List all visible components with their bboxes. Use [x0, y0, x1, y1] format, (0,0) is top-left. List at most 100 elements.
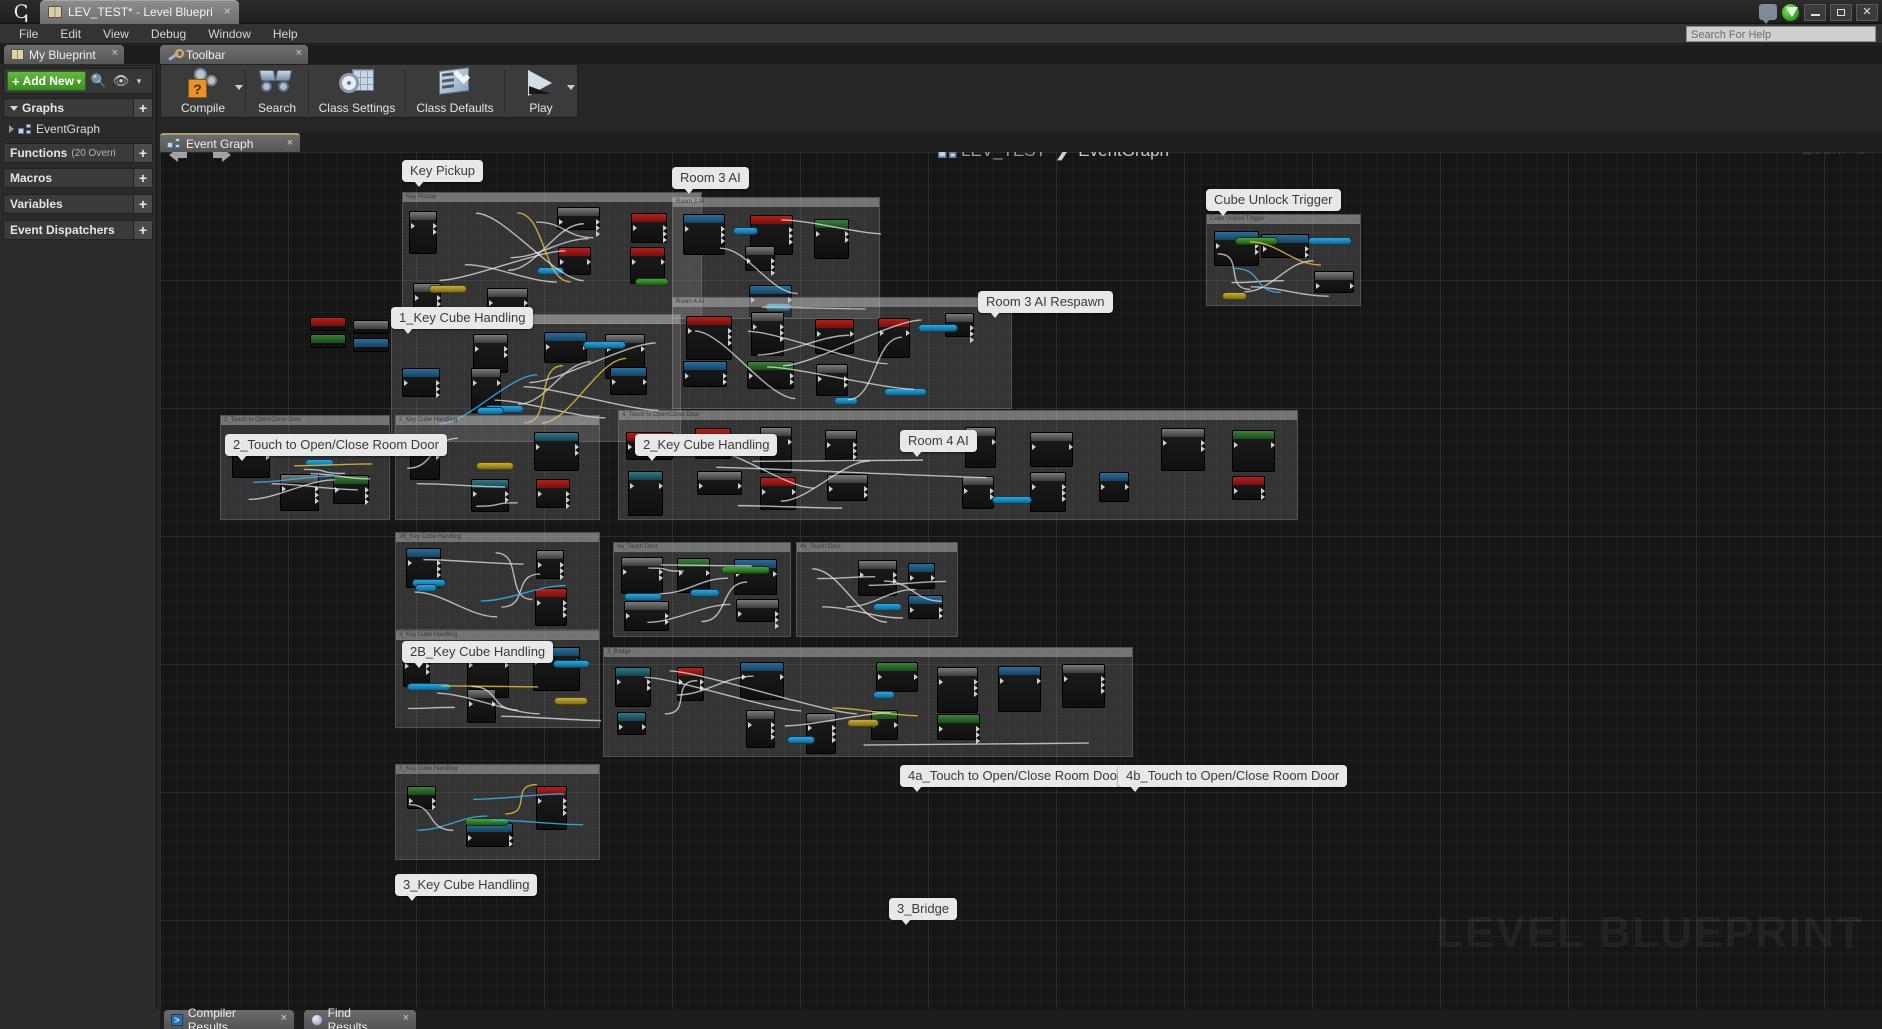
node-output-pin[interactable]: [563, 612, 567, 618]
blueprint-node[interactable]: [760, 477, 796, 510]
blueprint-node[interactable]: [876, 662, 918, 692]
node-input-pin[interactable]: [626, 613, 630, 619]
comment-group[interactable]: 3_Bridge: [603, 647, 1133, 757]
node-input-pin[interactable]: [1101, 484, 1105, 490]
blueprint-node[interactable]: [937, 667, 978, 713]
node-input-pin[interactable]: [1000, 678, 1004, 684]
node-input-pin[interactable]: [537, 600, 541, 606]
comment-group[interactable]: 4_Touch to Open/Close Door: [618, 410, 1298, 520]
blueprint-node[interactable]: [534, 432, 579, 471]
node-input-pin[interactable]: [1316, 283, 1320, 289]
node-output-pin[interactable]: [1069, 444, 1073, 450]
node-output-pin[interactable]: [914, 674, 918, 680]
compile-button[interactable]: ? Compile: [161, 65, 245, 117]
node-output-pin[interactable]: [1350, 283, 1354, 289]
node-output-pin[interactable]: [700, 685, 704, 691]
node-variable-pill[interactable]: [465, 818, 509, 826]
section-macros[interactable]: Macros +: [3, 168, 153, 188]
node-output-pin[interactable]: [365, 499, 369, 505]
node-input-pin[interactable]: [817, 331, 821, 337]
node-output-pin[interactable]: [665, 619, 669, 625]
node-output-pin[interactable]: [789, 239, 793, 245]
node-variable-pill[interactable]: [992, 496, 1032, 504]
node-variable-pill[interactable]: [873, 603, 902, 611]
node-output-pin[interactable]: [563, 810, 567, 816]
node-output-pin[interactable]: [497, 380, 501, 386]
blueprint-node[interactable]: [751, 312, 784, 356]
node-variable-pill[interactable]: [553, 660, 590, 668]
node-output-pin[interactable]: [1261, 494, 1265, 500]
sidebar-item-eventgraph[interactable]: EventGraph: [3, 120, 153, 138]
node-output-pin[interactable]: [509, 841, 513, 847]
tab-toolbar[interactable]: Toolbar ×: [160, 45, 308, 64]
node-input-pin[interactable]: [473, 491, 477, 497]
node-output-pin[interactable]: [780, 674, 784, 680]
blueprint-node[interactable]: [1099, 472, 1129, 502]
menu-item-file[interactable]: File: [8, 25, 49, 43]
tab-find-results-close-icon[interactable]: ×: [403, 1013, 409, 1024]
node-output-pin[interactable]: [845, 237, 849, 243]
blueprint-node[interactable]: [310, 317, 346, 331]
node-output-pin[interactable]: [931, 575, 935, 581]
node-output-pin[interactable]: [1101, 688, 1105, 694]
window-tab[interactable]: LEV_TEST* - Level Bluepri ×: [40, 0, 239, 24]
node-input-pin[interactable]: [546, 344, 550, 350]
menu-item-help[interactable]: Help: [262, 25, 309, 43]
node-variable-pill[interactable]: [884, 388, 927, 396]
feedback-icon[interactable]: [1759, 4, 1777, 24]
node-input-pin[interactable]: [538, 798, 542, 804]
node-variable-pill[interactable]: [476, 462, 514, 470]
node-input-pin[interactable]: [617, 679, 621, 685]
blueprint-node[interactable]: [1232, 476, 1265, 500]
blueprint-node[interactable]: [536, 550, 564, 580]
comment-group[interactable]: 4b_Touch Door: [796, 542, 958, 637]
node-output-pin[interactable]: [641, 346, 645, 352]
window-tab-close-icon[interactable]: ×: [224, 5, 231, 17]
node-output-pin[interactable]: [437, 572, 441, 578]
menu-item-view[interactable]: View: [92, 25, 140, 43]
node-output-pin[interactable]: [643, 379, 647, 385]
close-button[interactable]: ✕: [1856, 3, 1878, 21]
node-input-pin[interactable]: [829, 486, 833, 492]
node-variable-pill[interactable]: [305, 459, 334, 467]
compile-chevron-down-icon[interactable]: [235, 85, 243, 90]
comment-label[interactable]: 4b_Touch to Open/Close Room Door: [1118, 765, 1348, 792]
blueprint-node[interactable]: [697, 471, 742, 495]
node-input-pin[interactable]: [1032, 484, 1036, 490]
menu-item-debug[interactable]: Debug: [140, 25, 197, 43]
section-macros-add-button[interactable]: +: [133, 169, 152, 187]
comment-label[interactable]: 1_Key Cube Handling: [391, 307, 534, 334]
comment-group[interactable]: 2B_Key Cube Handling: [395, 532, 600, 630]
blueprint-node[interactable]: [353, 338, 389, 352]
blueprint-node[interactable]: [1030, 472, 1066, 512]
node-input-pin[interactable]: [808, 725, 812, 731]
blueprint-node[interactable]: [736, 599, 779, 629]
node-output-pin[interactable]: [893, 578, 897, 584]
eye-chevron-down-icon[interactable]: ▾: [134, 72, 144, 90]
node-output-pin[interactable]: [992, 439, 996, 445]
breadcrumb-root[interactable]: LEV_TEST: [961, 152, 1046, 161]
node-output-pin[interactable]: [939, 613, 943, 619]
eye-icon[interactable]: 👁: [112, 72, 130, 90]
comment-label[interactable]: 2_Key Cube Handling: [635, 434, 778, 461]
node-output-pin[interactable]: [433, 229, 437, 235]
section-event-dispatchers-add-button[interactable]: +: [133, 221, 152, 239]
blueprint-node[interactable]: [310, 334, 346, 348]
node-output-pin[interactable]: [426, 669, 430, 675]
node-input-pin[interactable]: [632, 259, 636, 265]
node-output-pin[interactable]: [721, 238, 725, 244]
node-variable-pill[interactable]: [787, 736, 815, 744]
node-output-pin[interactable]: [706, 570, 710, 576]
node-input-pin[interactable]: [685, 226, 689, 232]
blueprint-node[interactable]: [908, 595, 943, 619]
node-input-pin[interactable]: [816, 231, 820, 237]
blueprint-node[interactable]: [745, 246, 775, 276]
blueprint-node[interactable]: [466, 823, 513, 847]
blueprint-node[interactable]: [740, 662, 784, 700]
blueprint-node[interactable]: [814, 219, 849, 259]
node-input-pin[interactable]: [473, 380, 477, 386]
blueprint-node[interactable]: [631, 213, 667, 243]
node-input-pin[interactable]: [415, 295, 419, 301]
node-input-pin[interactable]: [880, 330, 884, 336]
node-variable-pill[interactable]: [1222, 292, 1247, 300]
